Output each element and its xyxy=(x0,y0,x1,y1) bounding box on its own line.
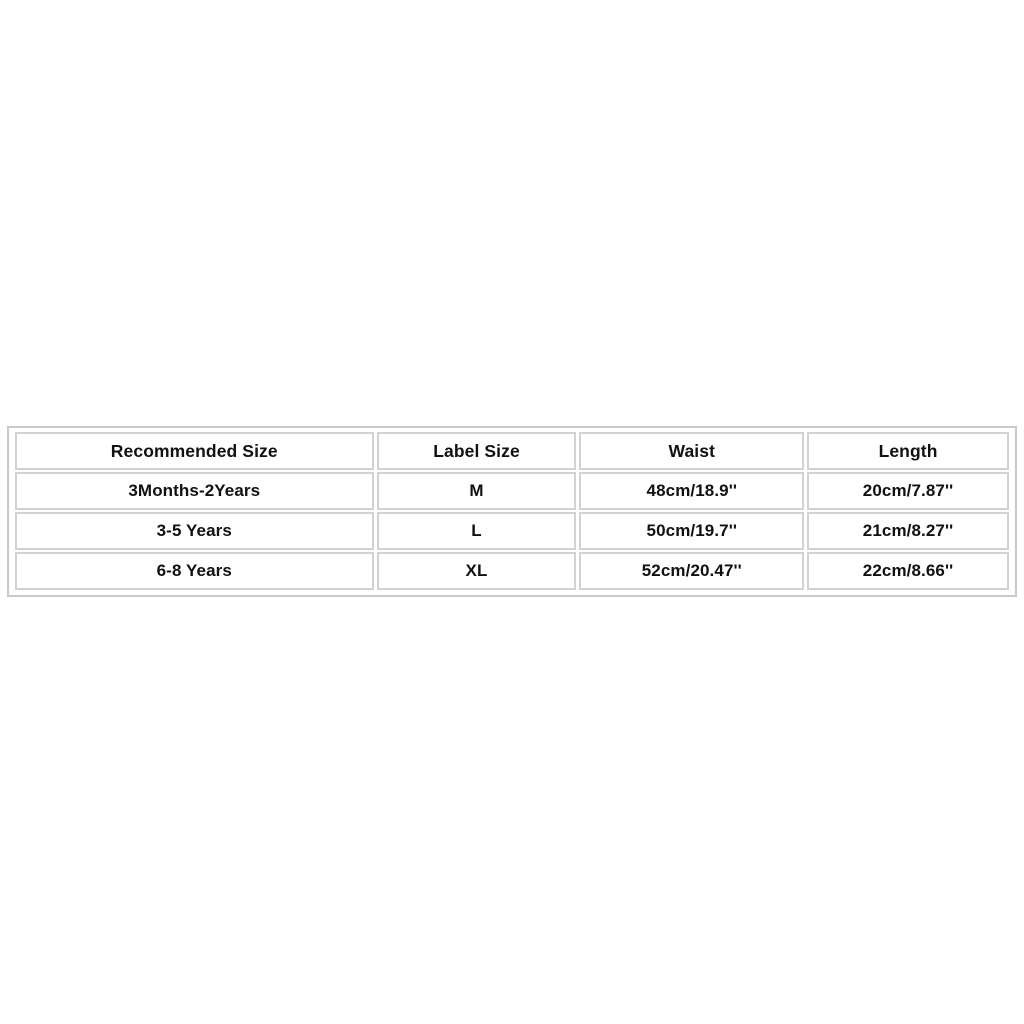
column-header-label-size: Label Size xyxy=(376,432,577,470)
size-chart-body: 3Months-2Years M 48cm/18.9'' 20cm/7.87''… xyxy=(15,472,1009,590)
cell-waist: 48cm/18.9'' xyxy=(579,472,805,510)
cell-length: 20cm/7.87'' xyxy=(807,472,1009,510)
cell-length: 22cm/8.66'' xyxy=(807,552,1009,590)
cell-label-size: M xyxy=(376,472,577,510)
size-chart-table: Recommended Size Label Size Waist Length… xyxy=(12,430,1012,592)
cell-label-size: XL xyxy=(376,552,577,590)
table-row: 3Months-2Years M 48cm/18.9'' 20cm/7.87'' xyxy=(15,472,1009,510)
table-row: 6-8 Years XL 52cm/20.47'' 22cm/8.66'' xyxy=(15,552,1009,590)
cell-recommended-size: 3-5 Years xyxy=(15,512,374,550)
table-header-row: Recommended Size Label Size Waist Length xyxy=(15,432,1009,470)
column-header-waist: Waist xyxy=(579,432,805,470)
cell-length: 21cm/8.27'' xyxy=(807,512,1009,550)
size-chart-container: Recommended Size Label Size Waist Length… xyxy=(7,426,1017,597)
column-header-length: Length xyxy=(807,432,1009,470)
table-row: 3-5 Years L 50cm/19.7'' 21cm/8.27'' xyxy=(15,512,1009,550)
cell-label-size: L xyxy=(376,512,577,550)
cell-waist: 52cm/20.47'' xyxy=(579,552,805,590)
cell-waist: 50cm/19.7'' xyxy=(579,512,805,550)
cell-recommended-size: 6-8 Years xyxy=(15,552,374,590)
cell-recommended-size: 3Months-2Years xyxy=(15,472,374,510)
column-header-recommended-size: Recommended Size xyxy=(15,432,374,470)
size-chart-header: Recommended Size Label Size Waist Length xyxy=(15,432,1009,470)
